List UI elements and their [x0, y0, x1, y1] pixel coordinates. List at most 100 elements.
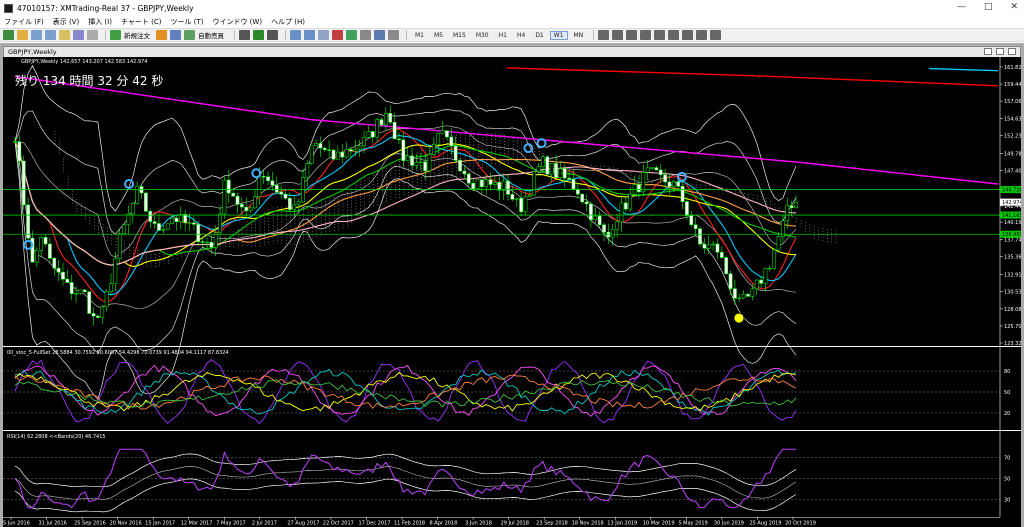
menu-file[interactable]: ファイル (F): [4, 17, 44, 27]
stoch-scale-label: 50: [1004, 390, 1010, 396]
candle-body: [130, 203, 135, 215]
indicators-icon[interactable]: [360, 30, 371, 40]
new-order-button[interactable]: 新規注文: [124, 30, 150, 40]
time-axis-label: 5 Jun 2016: [3, 521, 30, 527]
candle-body: [449, 136, 454, 147]
terminal-icon[interactable]: [73, 30, 84, 40]
menu-help[interactable]: ヘルプ (H): [271, 17, 305, 27]
candle-body: [244, 206, 249, 212]
profiles-icon[interactable]: [17, 30, 28, 40]
horizontal-line-icon[interactable]: [640, 30, 652, 40]
market-watch-icon[interactable]: [31, 30, 42, 40]
cursor-icon[interactable]: [598, 30, 610, 40]
candle-body: [623, 202, 628, 210]
chart-minimize-button[interactable]: [984, 48, 992, 55]
candle-body: [610, 229, 615, 238]
candle-body: [493, 182, 497, 185]
candle-body: [349, 149, 353, 152]
metaeditor-icon[interactable]: [156, 30, 167, 40]
timeframe-mn[interactable]: MN: [570, 31, 588, 40]
candle-body: [645, 167, 650, 173]
candle-body: [74, 293, 78, 295]
menu-tools[interactable]: ツール (T): [170, 17, 203, 27]
timeframe-h1[interactable]: H1: [495, 31, 511, 40]
time-axis-label: 7 May 2017: [216, 521, 245, 527]
candle-body: [248, 207, 253, 212]
timeframe-m15[interactable]: M15: [449, 31, 470, 40]
close-button[interactable]: ✕: [1010, 2, 1018, 12]
candle-body: [261, 176, 266, 178]
candle-body: [737, 297, 742, 299]
price-scale-label: 130.530: [1004, 289, 1021, 295]
menu-insert[interactable]: 挿入 (I): [88, 17, 112, 27]
navigator-icon[interactable]: [59, 30, 70, 40]
candle-body: [331, 149, 336, 160]
maximize-button[interactable]: □: [984, 2, 993, 12]
auto-scroll-icon[interactable]: [332, 30, 343, 40]
menu-view[interactable]: 表示 (V): [53, 17, 79, 27]
text-icon[interactable]: [696, 30, 708, 40]
strategy-tester-icon[interactable]: [87, 30, 98, 40]
data-window-icon[interactable]: [45, 30, 56, 40]
price-scale-label: 157.060: [1004, 99, 1021, 105]
time-axis-label: 5 May 2019: [678, 521, 707, 527]
candle-body: [34, 249, 39, 263]
candle-body: [785, 205, 790, 221]
zoom-in-icon[interactable]: [290, 30, 301, 40]
chart-canvas[interactable]: GBPJPY,Weekly 142.657 143.207 142.583 14…: [3, 57, 1021, 527]
candlestick-icon[interactable]: [253, 30, 264, 40]
candle-body: [292, 204, 297, 210]
time-axis-label: 18 Nov 2018: [572, 521, 604, 527]
timeframe-m1[interactable]: M1: [411, 31, 428, 40]
candle-body: [65, 278, 70, 283]
candle-body: [523, 196, 528, 213]
new-chart-icon[interactable]: [3, 30, 14, 40]
candle-body: [589, 203, 593, 220]
tile-windows-icon[interactable]: [318, 30, 329, 40]
chart-shift-icon[interactable]: [346, 30, 357, 40]
minimize-button[interactable]: —: [957, 2, 966, 12]
auto-trade-icon[interactable]: [184, 30, 195, 40]
arrows-icon[interactable]: [710, 30, 722, 40]
candle-body: [514, 198, 519, 200]
new-order-icon[interactable]: [110, 30, 121, 40]
fibonacci-icon[interactable]: [682, 30, 694, 40]
candle-body: [497, 182, 502, 191]
chart-restore-button[interactable]: [996, 48, 1004, 55]
timeframe-w1[interactable]: W1: [549, 30, 568, 40]
timeframe-h4[interactable]: H4: [513, 31, 529, 40]
candle-body: [410, 155, 414, 166]
crosshair-icon[interactable]: [612, 30, 624, 40]
timeframe-m5[interactable]: M5: [430, 31, 447, 40]
candle-body: [728, 273, 733, 289]
auto-trade-button[interactable]: 自動売買: [198, 30, 224, 40]
candle-body: [436, 133, 441, 145]
expert-icon[interactable]: [170, 30, 181, 40]
candle-body: [375, 119, 379, 138]
vertical-line-icon[interactable]: [626, 30, 638, 40]
equidistant-channel-icon[interactable]: [668, 30, 680, 40]
periods-icon[interactable]: [374, 30, 385, 40]
candle-body: [471, 182, 475, 189]
menu-window[interactable]: ウインドウ (W): [212, 17, 262, 27]
candle-body: [458, 159, 462, 172]
menu-chart[interactable]: チャート (C): [121, 17, 162, 27]
templates-icon[interactable]: [388, 30, 399, 40]
candle-body: [135, 186, 140, 204]
candle-body: [322, 147, 327, 150]
candle-body: [501, 180, 506, 191]
candle-body: [279, 191, 284, 195]
trendline-icon[interactable]: [654, 30, 666, 40]
timeframe-m30[interactable]: M30: [472, 31, 493, 40]
bar-chart-icon[interactable]: [239, 30, 250, 40]
line-chart-icon[interactable]: [267, 30, 278, 40]
toolbar: 新規注文 自動売買 M1 M5 M15 M30 H1 H4 D1 W1 MN: [0, 28, 1024, 42]
candle-body: [593, 215, 598, 220]
chart-close-button[interactable]: [1008, 48, 1016, 55]
rsi-scale-label: 30: [1004, 497, 1010, 503]
candle-body: [122, 224, 126, 234]
price-scale-label: 147.400: [1004, 168, 1021, 174]
zoom-out-icon[interactable]: [304, 30, 315, 40]
candle-body: [445, 130, 449, 138]
timeframe-d1[interactable]: D1: [531, 31, 547, 40]
